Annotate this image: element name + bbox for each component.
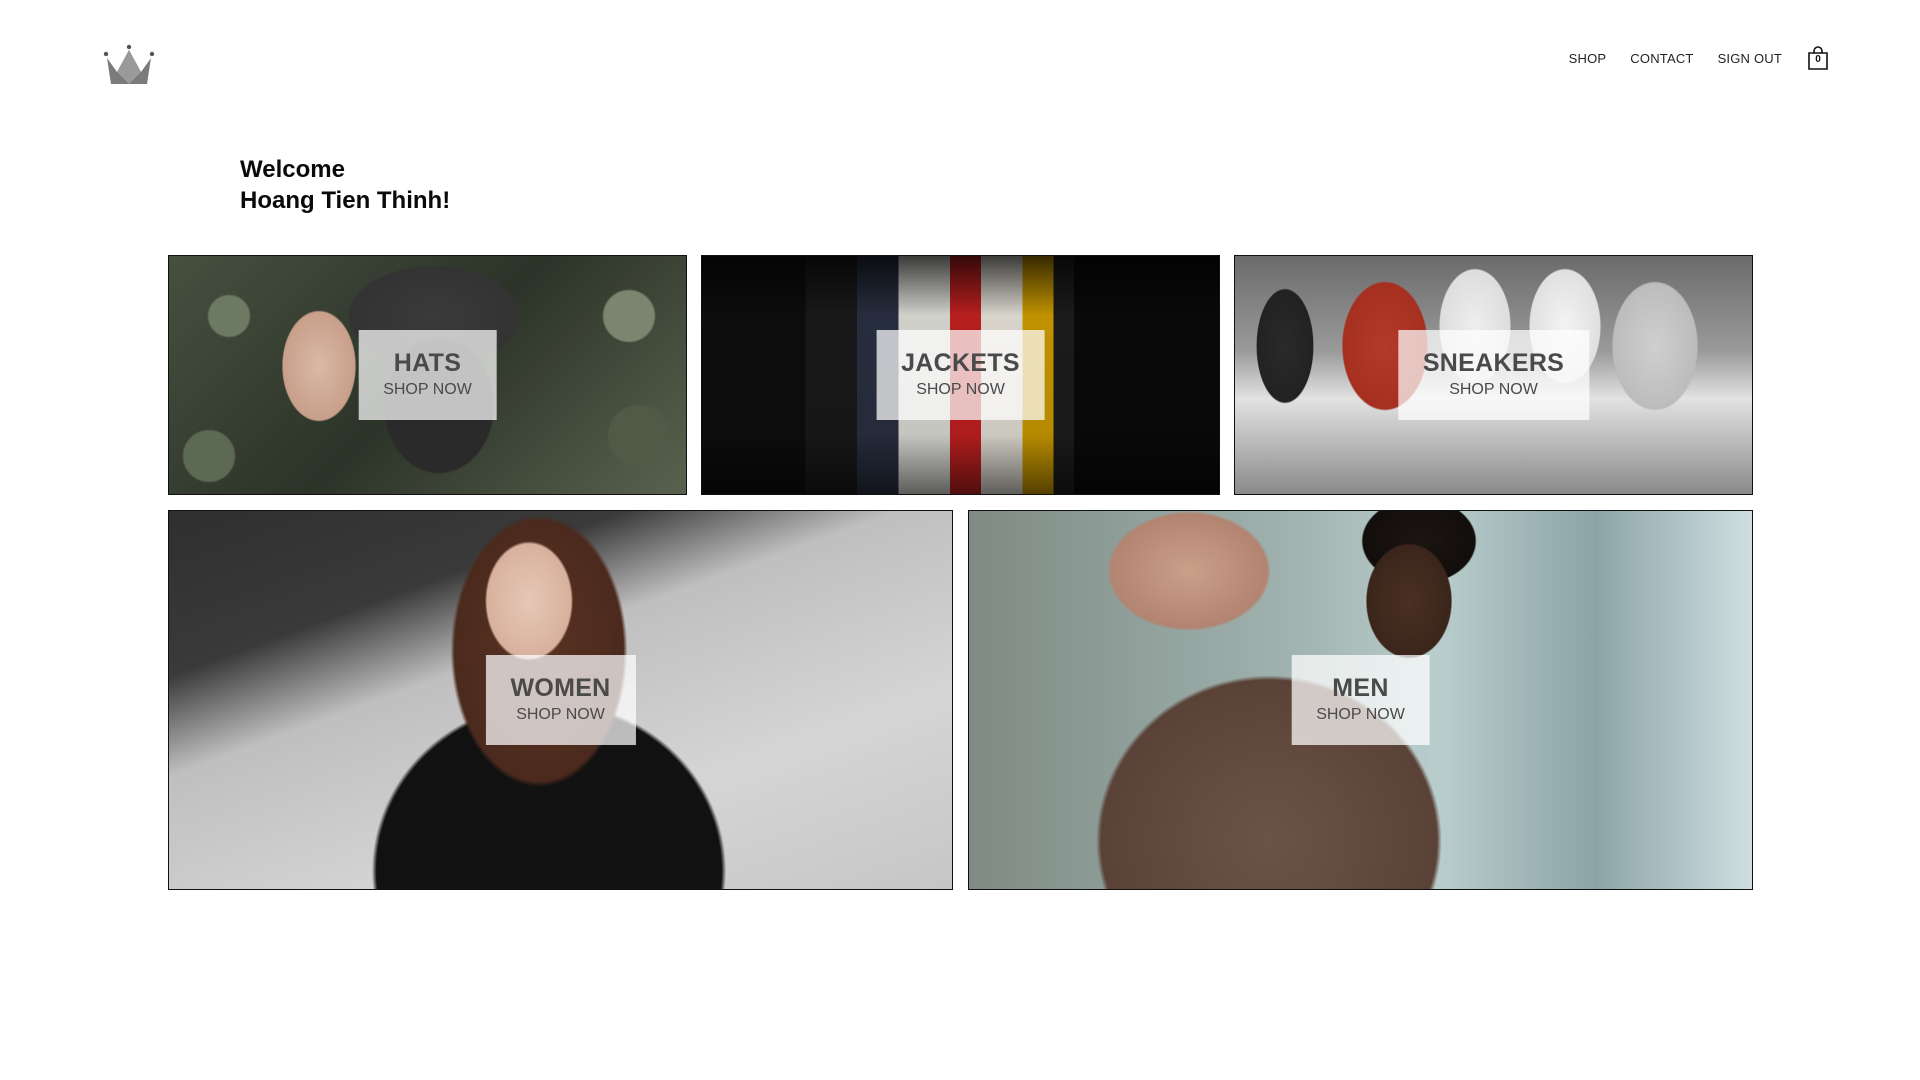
header: SHOP CONTACT SIGN OUT 0: [0, 0, 1920, 120]
cart-button[interactable]: 0: [1806, 46, 1830, 70]
welcome-user-name: Hoang Tien Thinh!: [240, 187, 451, 214]
nav-contact-link[interactable]: CONTACT: [1630, 51, 1693, 66]
nav-shop-link[interactable]: SHOP: [1569, 51, 1607, 66]
page: SHOP CONTACT SIGN OUT 0 Welcome Hoang Ti…: [0, 0, 1920, 1080]
category-tile-hats[interactable]: HATS SHOP NOW: [168, 255, 687, 495]
category-label: WOMEN SHOP NOW: [485, 655, 636, 745]
category-label: JACKETS SHOP NOW: [876, 330, 1045, 420]
category-label: HATS SHOP NOW: [358, 330, 497, 420]
cart-count: 0: [1815, 54, 1821, 65]
category-title: JACKETS: [901, 349, 1020, 377]
category-tile-sneakers[interactable]: SNEAKERS SHOP NOW: [1234, 255, 1753, 495]
nav-sign-out-link[interactable]: SIGN OUT: [1718, 51, 1782, 66]
category-tile-men[interactable]: MEN SHOP NOW: [968, 510, 1753, 890]
category-title: HATS: [393, 349, 462, 377]
shop-now-label: SHOP NOW: [916, 381, 1005, 398]
category-title: MEN: [1332, 674, 1389, 702]
category-title: WOMEN: [510, 674, 611, 702]
nav-bar: SHOP CONTACT SIGN OUT 0: [1569, 46, 1830, 70]
category-label: SNEAKERS SHOP NOW: [1397, 330, 1590, 420]
category-tile-women[interactable]: WOMEN SHOP NOW: [168, 510, 953, 890]
shop-now-label: SHOP NOW: [516, 706, 605, 723]
shop-now-label: SHOP NOW: [383, 381, 472, 398]
category-label: MEN SHOP NOW: [1291, 655, 1430, 745]
welcome-line-1: Welcome: [240, 156, 345, 183]
welcome-message: Welcome Hoang Tien Thinh!: [240, 154, 450, 216]
shop-now-label: SHOP NOW: [1449, 381, 1538, 398]
category-title: SNEAKERS: [1422, 349, 1565, 377]
crown-icon[interactable]: [103, 44, 155, 86]
category-tile-jackets[interactable]: JACKETS SHOP NOW: [701, 255, 1220, 495]
shop-now-label: SHOP NOW: [1316, 706, 1405, 723]
